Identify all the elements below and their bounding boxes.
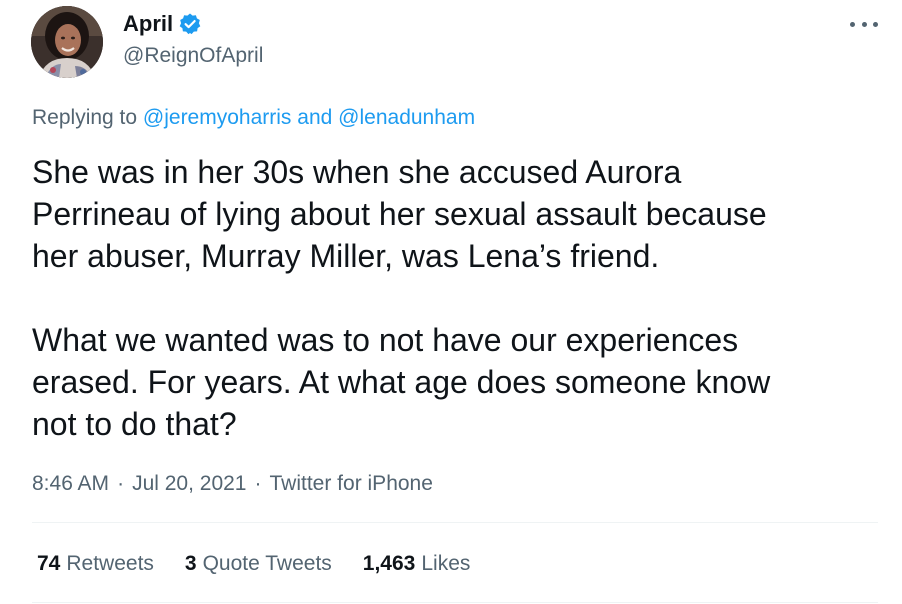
verified-badge-icon: [178, 12, 202, 36]
meta-separator: ·: [117, 472, 125, 495]
meta-separator: ·: [254, 472, 262, 495]
reply-mention-jeremyoharris[interactable]: @jeremyoharris: [143, 106, 292, 129]
retweets-count: 74: [37, 552, 61, 575]
user-avatar-photo-icon: [31, 6, 103, 78]
replying-to-label: Replying to: [32, 106, 138, 129]
likes-label: Likes: [421, 552, 471, 575]
author-name-row[interactable]: April: [123, 9, 202, 39]
divider: [32, 522, 878, 523]
divider: [32, 602, 878, 603]
reply-joiner: and: [297, 106, 333, 129]
tweet-metadata: 8:46 AM · Jul 20, 2021 · Twitter for iPhone: [32, 470, 433, 498]
replying-to-line: Replying to @jeremyoharris and @lenadunh…: [32, 104, 475, 132]
tweet-paragraph: She was in her 30s when she accused Auro…: [32, 154, 767, 274]
display-name[interactable]: April: [123, 9, 173, 39]
user-handle[interactable]: @ReignOfApril: [123, 42, 263, 70]
more-options-icon[interactable]: [850, 10, 878, 38]
retweets-label: Retweets: [66, 552, 154, 575]
tweet-paragraph: What we wanted was to not have our exper…: [32, 322, 771, 442]
reply-mention-lenadunham[interactable]: @lenadunham: [338, 106, 475, 129]
tweet-date[interactable]: Jul 20, 2021: [132, 472, 246, 495]
avatar[interactable]: [31, 6, 103, 78]
tweet-card: April @ReignOfApril Replying to @jeremyo…: [0, 0, 902, 604]
likes-count: 1,463: [362, 552, 416, 575]
tweet-source[interactable]: Twitter for iPhone: [270, 472, 433, 495]
quote-tweets-count: 3: [184, 552, 197, 575]
tweet-text: She was in her 30s when she accused Auro…: [32, 151, 872, 445]
tweet-time[interactable]: 8:46 AM: [32, 472, 109, 495]
quote-tweets-stat[interactable]: 3 Quote Tweets: [185, 550, 332, 578]
likes-stat[interactable]: 1,463 Likes: [363, 550, 471, 578]
retweets-stat[interactable]: 74 Retweets: [37, 550, 154, 578]
engagement-stats: 74 Retweets 3 Quote Tweets 1,463 Likes: [37, 550, 501, 578]
quote-tweets-label: Quote Tweets: [202, 552, 332, 575]
